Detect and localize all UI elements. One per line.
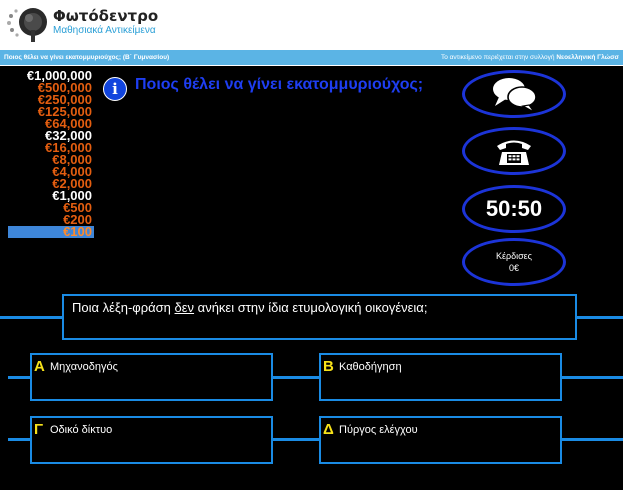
- header: Φωτόδεντρο Μαθησιακά Αντικείμενα: [0, 0, 623, 48]
- collection-link[interactable]: Νεοελληνική Γλώσσ: [556, 54, 619, 61]
- game-panel: €1,000,000 €500,000 €250,000 €125,000 €6…: [0, 66, 623, 490]
- answer-text: Οδικό δίκτυο: [50, 424, 113, 436]
- prize-level-current: €100: [8, 225, 94, 238]
- question-part-2: ανήκει στην ίδια ετυμολογική οικογένεια;: [194, 300, 428, 315]
- answer-line: [562, 438, 623, 441]
- question-line-left: [0, 316, 62, 319]
- brand-subtitle: Μαθησιακά Αντικείμενα: [53, 25, 156, 36]
- telephone-icon: [465, 130, 563, 172]
- answer-b-button[interactable]: B Καθοδήγηση: [319, 353, 562, 401]
- question-part-1: Ποια λέξη-φράση: [72, 300, 175, 315]
- fifty-fifty-label: 50:50: [485, 196, 543, 221]
- fifty-fifty-button[interactable]: 50:50: [462, 185, 566, 233]
- answer-line: [273, 438, 319, 441]
- info-strip: Ποιος θέλει να γίνει εκατομμυριούχος; (Β…: [0, 50, 623, 65]
- question-box: Ποια λέξη-φράση δεν ανήκει στην ίδια ετυ…: [62, 294, 577, 340]
- winnings-display: Κέρδισες 0€: [462, 238, 566, 286]
- answer-text: Πύργος ελέγχου: [339, 424, 418, 436]
- answer-a-button[interactable]: A Μηχανοδηγός: [30, 353, 273, 401]
- winnings-label: Κέρδισες: [495, 251, 533, 261]
- answer-line: [8, 376, 30, 379]
- answer-line: [273, 376, 319, 379]
- photodentro-tree-logo: [5, 6, 49, 44]
- collection-prefix: Το αντικείμενο περιέχεται στην συλλογή: [440, 54, 555, 61]
- game-title: Ποιος θέλει να γίνει εκατομμυριούχος;: [135, 76, 424, 93]
- question-emphasis: δεν: [174, 300, 195, 315]
- ask-audience-button[interactable]: [462, 70, 566, 118]
- answer-line: [562, 376, 623, 379]
- answer-d-button[interactable]: Δ Πύργος ελέγχου: [319, 416, 562, 464]
- phone-a-friend-button[interactable]: [462, 127, 566, 175]
- answer-letter: Γ: [34, 421, 44, 438]
- prize-ladder: €1,000,000 €500,000 €250,000 €125,000 €6…: [8, 69, 94, 238]
- info-icon[interactable]: i: [103, 77, 127, 101]
- collection-info: Το αντικείμενο περιέχεται στην συλλογή Ν…: [441, 50, 619, 65]
- question-line-right: [577, 316, 623, 319]
- answer-letter: A: [34, 358, 45, 375]
- winnings-amount: 0€: [508, 263, 519, 273]
- answer-letter: B: [323, 358, 334, 375]
- answer-line: [8, 438, 30, 441]
- brand[interactable]: Φωτόδεντρο Μαθησιακά Αντικείμενα: [53, 7, 158, 37]
- answer-letter: Δ: [323, 421, 334, 438]
- answer-text: Μηχανοδηγός: [50, 361, 118, 373]
- question-text: Ποια λέξη-φράση δεν ανήκει στην ίδια ετυ…: [72, 300, 427, 315]
- answer-text: Καθοδήγηση: [339, 361, 402, 373]
- brand-title: Φωτόδεντρο: [53, 7, 159, 25]
- activity-title: Ποιος θέλει να γίνει εκατομμυριούχος; (Β…: [4, 54, 170, 61]
- speech-bubbles-icon: [465, 73, 563, 115]
- answer-c-button[interactable]: Γ Οδικό δίκτυο: [30, 416, 273, 464]
